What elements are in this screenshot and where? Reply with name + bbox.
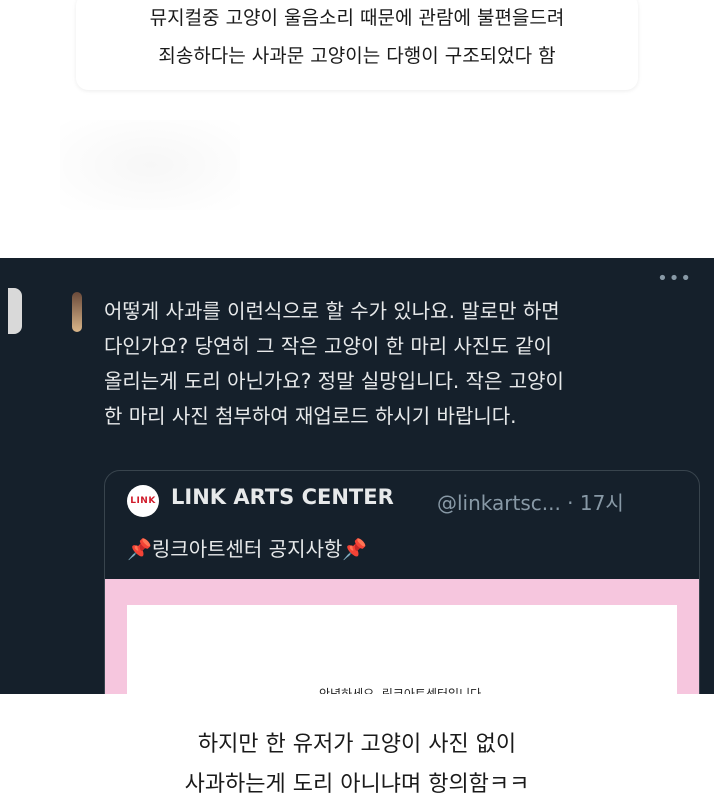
notice-image[interactable]: 안녕하세요, 링크아트센터입니다. (105, 579, 699, 694)
pushpin-icon: 📌 (342, 537, 368, 561)
tweet-screenshot: ••• 어떻게 사과를 이런식으로 할 수가 있나요. 말로만 하면 다인가요?… (0, 258, 714, 694)
bottom-caption-line-2: 사과하는게 도리 아니냐며 항의함ㅋㅋ (184, 772, 530, 797)
quoted-tweet[interactable]: LINK LINK ARTS CENTER @linkartsc... · 17… (104, 470, 700, 694)
tweet-text-line-1: 어떻게 사과를 이런식으로 할 수가 있나요. 말로만 하면 (104, 299, 560, 323)
tweet-text-line-4: 한 마리 사진 첨부하여 재업로드 하시기 바랍니다. (104, 404, 517, 428)
quote-handle-time: @linkartsc... · 17시 (437, 491, 624, 515)
tweet-text-line-2: 다인가요? 당연히 그 작은 고양이 한 마리 사진도 같이 (104, 334, 552, 358)
top-caption-line-1: 뮤지컬중 고양이 울음소리 때문에 관람에 불편을드려 (149, 7, 565, 29)
link-arts-logo-icon: LINK (127, 485, 159, 517)
logo-text: LINK (130, 496, 156, 506)
top-caption-line-2: 죄송하다는 사과문 고양이는 다행이 구조되었다 함 (158, 45, 556, 67)
quote-text: 📌링크아트센터 공지사항📌 (127, 533, 367, 562)
background-smudge (60, 120, 240, 210)
more-options-icon[interactable]: ••• (657, 268, 692, 289)
notice-image-greeting: 안녕하세요, 링크아트센터입니다. (318, 687, 485, 694)
tweet-text-line-3: 올리는게 도리 아닌가요? 정말 실망입니다. 작은 고양이 (104, 369, 564, 393)
notice-image-paper: 안녕하세요, 링크아트센터입니다. (127, 605, 677, 694)
avatar (8, 288, 22, 334)
quote-account-name[interactable]: LINK ARTS CENTER (171, 485, 394, 509)
pushpin-icon: 📌 (127, 537, 152, 561)
quote-notice-title: 링크아트센터 공지사항 (151, 537, 343, 561)
thread-avatar (72, 292, 82, 332)
bottom-caption-line-1: 하지만 한 유저가 고양이 사진 없이 (197, 732, 517, 757)
